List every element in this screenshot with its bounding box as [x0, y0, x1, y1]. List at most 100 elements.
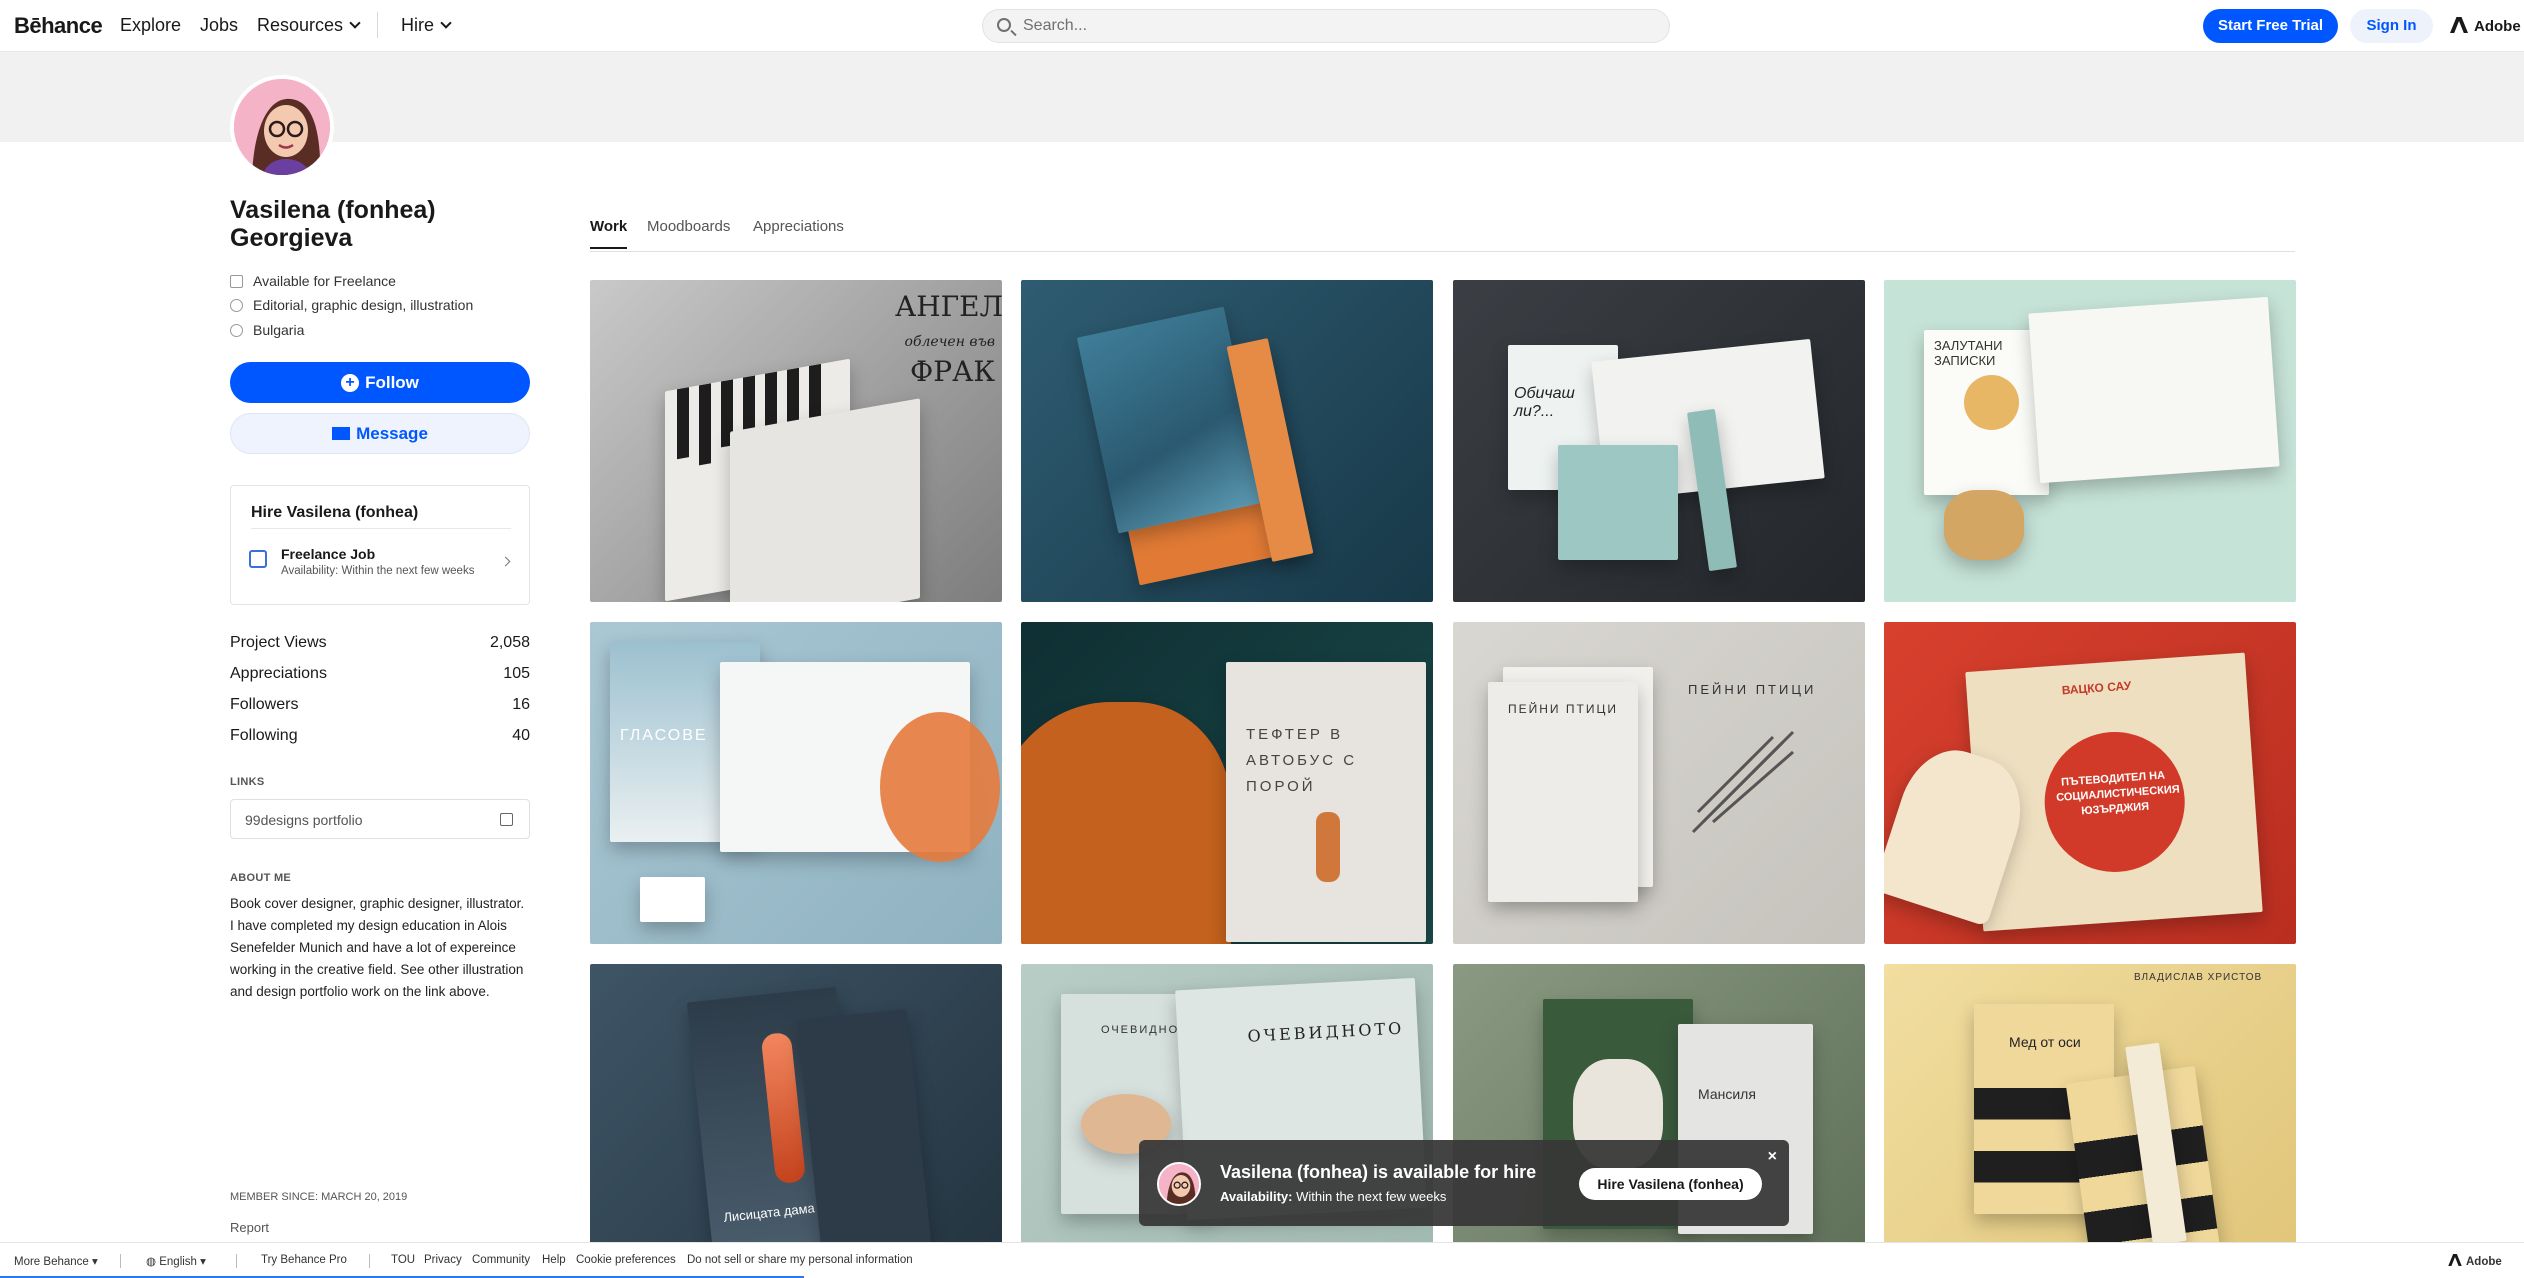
nav-hire[interactable]: Hire: [401, 15, 452, 36]
cover-title: ПЕЙНИ ПТИЦИ: [1688, 682, 1817, 697]
chevron-right-icon: [500, 556, 511, 567]
project-thumbnail[interactable]: ЗАЛУТАНИ ЗАПИСКИ: [1884, 280, 2296, 602]
community-link[interactable]: Community: [472, 1254, 530, 1266]
feather-illustration: [1691, 730, 1795, 834]
toast-availability: Availability: Within the next few weeks: [1220, 1189, 1446, 1204]
link-99designs[interactable]: 99designs portfolio: [230, 799, 530, 839]
cover-badge: ПЪТЕВОДИТЕЛ НА СОЦИАЛИСТИЧЕСКИЯ ЮЗЪРДЖИЯ: [2039, 727, 2190, 877]
privacy-link[interactable]: Privacy: [424, 1254, 462, 1266]
profile-banner: [0, 52, 2524, 142]
close-icon[interactable]: ×: [1768, 1148, 1777, 1166]
stat-project-views: Project Views 2,058: [230, 634, 530, 652]
stat-label: Followers: [230, 696, 299, 713]
divider: [251, 528, 511, 529]
barcode: [640, 877, 705, 922]
sign-in-button[interactable]: Sign In: [2350, 9, 2433, 43]
stat-followers[interactable]: Followers 16: [230, 696, 530, 714]
availability-text: Available for Freelance: [253, 273, 396, 289]
nav-jobs[interactable]: Jobs: [200, 15, 238, 36]
adobe-footer-link[interactable]: Adobe: [2448, 1254, 2502, 1268]
project-thumbnail[interactable]: Мансиля: [1453, 964, 1865, 1278]
avatar: [230, 75, 334, 179]
project-thumbnail[interactable]: Обичаш ли?...: [1453, 280, 1865, 602]
follow-button[interactable]: + Follow: [230, 362, 530, 403]
hire-card: Hire Vasilena (fonhea) Freelance Job Ava…: [230, 485, 530, 605]
adobe-icon: [2448, 1254, 2462, 1266]
adobe-link[interactable]: Adobe: [2450, 15, 2521, 35]
hire-toast: Vasilena (fonhea) is available for hire …: [1139, 1140, 1789, 1226]
adobe-label: Adobe: [2474, 18, 2521, 35]
tou-link[interactable]: TOU: [391, 1254, 415, 1266]
profile-tabs: Work Moodboards Appreciations: [590, 216, 2295, 252]
cover-title: Мансиля: [1698, 1086, 1756, 1102]
illustration: [1964, 375, 2019, 430]
chevron-down-icon: [349, 17, 361, 29]
footer: More Behance ▾ ◍ English ▾ Try Behance P…: [0, 1242, 2524, 1278]
language-selector[interactable]: ◍ English ▾: [146, 1254, 206, 1268]
behance-logo[interactable]: Bēhance: [14, 13, 103, 39]
top-nav: Bēhance Explore Jobs Resources Hire Star…: [0, 0, 2524, 52]
toast-availability-value: Within the next few weeks: [1296, 1189, 1447, 1204]
cover-title: ГЛАСОВЕ: [620, 727, 708, 744]
nav-explore[interactable]: Explore: [120, 15, 181, 36]
cover-title: ПЕЙНИ ПТИЦИ: [1508, 702, 1618, 716]
profile-name: Vasilena (fonhea) Georgieva: [230, 196, 436, 252]
stat-value: 105: [503, 665, 530, 682]
avatar-illustration: [234, 79, 330, 175]
location-row: Bulgaria: [230, 322, 304, 338]
cookie-preferences-link[interactable]: Cookie preferences: [576, 1254, 676, 1266]
divider: [369, 1254, 370, 1268]
hire-button[interactable]: Hire Vasilena (fonhea): [1579, 1168, 1762, 1200]
book-cover: ПЕЙНИ ПТИЦИ: [1488, 682, 1638, 902]
freelance-job-title: Freelance Job: [281, 546, 376, 562]
project-thumbnail[interactable]: [1021, 280, 1433, 602]
project-thumbnail[interactable]: ГЛАСОВЕ: [590, 622, 1002, 944]
toast-avatar: [1157, 1162, 1201, 1206]
link-label: 99designs portfolio: [245, 812, 363, 828]
stat-appreciations[interactable]: Appreciations 105: [230, 665, 530, 683]
report-link[interactable]: Report: [230, 1220, 269, 1235]
cover-title: ТЕФТЕР В АВТОБУС С ПОРОЙ: [1246, 726, 1358, 795]
cover-title: ВАЦКО САУ: [2061, 678, 2132, 698]
tab-appreciations[interactable]: Appreciations: [753, 218, 844, 247]
stat-following[interactable]: Following 40: [230, 727, 530, 745]
divider: [236, 1254, 237, 1268]
try-behance-pro-link[interactable]: Try Behance Pro: [261, 1254, 347, 1266]
search-input[interactable]: [1023, 10, 1623, 42]
help-link[interactable]: Help: [542, 1254, 566, 1266]
nav-resources[interactable]: Resources: [257, 15, 361, 36]
do-not-sell-link[interactable]: Do not sell or share my personal informa…: [687, 1254, 913, 1266]
availability-row: Available for Freelance: [230, 273, 396, 289]
cover-title: Лисицата дама: [722, 1200, 816, 1225]
tab-moodboards[interactable]: Moodboards: [647, 218, 730, 247]
tab-work[interactable]: Work: [590, 218, 628, 249]
more-behance-dropdown[interactable]: More Behance ▾: [14, 1254, 98, 1268]
stat-value: 2,058: [489, 634, 530, 651]
nav-hire-label: Hire: [401, 15, 435, 35]
chevron-down-icon: [440, 17, 452, 29]
cover-title: ПЪТЕВОДИТЕЛ НА СОЦИАЛИСТИЧЕСКИЯ ЮЗЪРДЖИЯ: [2055, 769, 2181, 818]
project-thumbnail[interactable]: Лисицата дама: [590, 964, 1002, 1278]
project-thumbnail[interactable]: ТЕФТЕР В АВТОБУС С ПОРОЙ: [1021, 622, 1433, 944]
book-back: [1558, 445, 1678, 560]
envelope-icon: [332, 427, 351, 440]
links-heading: LINKS: [230, 776, 265, 788]
search-bar[interactable]: [982, 9, 1670, 43]
project-thumbnail[interactable]: ВЛАДИСЛАВ ХРИСТОВ Мед от оси: [1884, 964, 2296, 1278]
project-thumbnail[interactable]: АНГЕЛ облечен във ФРАК: [590, 280, 1002, 602]
message-button[interactable]: Message: [230, 413, 530, 454]
project-thumbnail[interactable]: ОЧЕВИДНОТО ОЧЕВИДНОТО: [1021, 964, 1433, 1278]
project-thumbnail[interactable]: ПЕЙНИ ПТИЦИ ПЕЙНИ ПТИЦИ: [1453, 622, 1865, 944]
freelance-job-option[interactable]: Freelance Job Availability: Within the n…: [245, 544, 517, 584]
project-thumbnail[interactable]: ВАЦКО САУ ПЪТЕВОДИТЕЛ НА СОЦИАЛИСТИЧЕСКИ…: [1884, 622, 2296, 944]
book-cover: ТЕФТЕР В АВТОБУС С ПОРОЙ: [1226, 662, 1426, 942]
book-cover: [730, 398, 920, 602]
illustration: [760, 1031, 807, 1185]
freelance-job-availability: Availability: Within the next few weeks: [281, 565, 475, 577]
cover-title: ВЛАДИСЛАВ ХРИСТОВ: [2134, 972, 2263, 983]
start-free-trial-button[interactable]: Start Free Trial: [2203, 9, 2338, 43]
message-label: Message: [356, 424, 428, 443]
cover-title: ОЧЕВИДНОТО: [1247, 1018, 1405, 1046]
about-text: Book cover designer, graphic designer, i…: [230, 896, 525, 999]
stat-value: 40: [512, 727, 530, 744]
